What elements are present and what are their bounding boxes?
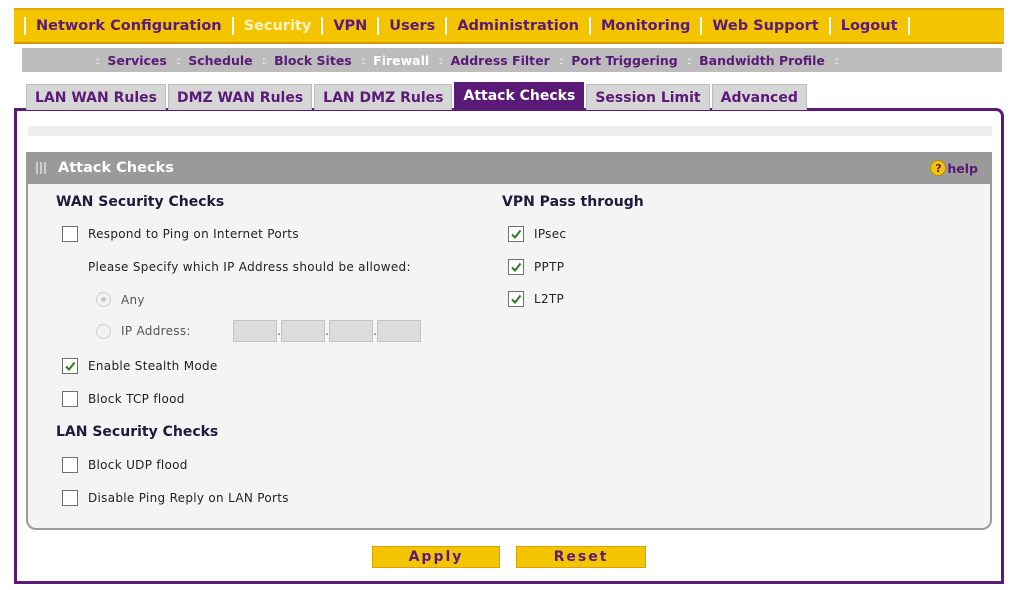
allow-ip-prompt: Please Specify which IP Address should b… [88,260,411,274]
disable-ping-reply-label: Disable Ping Reply on LAN Ports [88,491,289,505]
subnav-separator: :: [558,53,565,67]
tab-session-limit[interactable]: Session Limit [586,84,710,110]
subnav-firewall[interactable]: Firewall [367,53,435,68]
sub-navigation: :: Services :: Schedule :: Block Sites :… [22,48,1002,72]
nav-web-support[interactable]: Web Support [704,18,826,34]
nav-vpn[interactable]: VPN [325,18,375,34]
top-navigation: Network Configuration Security VPN Users… [14,8,1004,44]
ip-octet-4-input[interactable] [377,320,421,342]
checkmark-icon [511,229,522,240]
nav-security[interactable]: Security [236,18,320,34]
checkmark-icon [65,361,76,372]
ipsec-label: IPsec [534,227,567,241]
l2tp-label: L2TP [534,292,565,306]
help-label: help [947,160,978,176]
help-link[interactable]: ? help [930,160,978,176]
respond-ping-label: Respond to Ping on Internet Ports [88,227,299,241]
nav-separator [321,17,324,35]
subnav-services[interactable]: Services [101,53,172,68]
lan-security-heading: LAN Security Checks [56,424,219,440]
disable-ping-row: Disable Ping Reply on LAN Ports [62,490,289,506]
checkmark-icon [511,294,522,305]
l2tp-row: L2TP [508,291,564,307]
pptp-label: PPTP [534,260,565,274]
l2tp-checkbox[interactable] [508,291,524,307]
ipsec-checkbox[interactable] [508,226,524,242]
tab-lan-wan-rules[interactable]: LAN WAN Rules [26,84,166,110]
stealth-row: Enable Stealth Mode [62,358,218,374]
vpn-passthrough-heading: VPN Pass through [502,194,644,210]
radio-ip-label: IP Address: [121,324,191,338]
apply-button[interactable]: Apply [372,546,500,568]
subnav-separator: :: [175,53,182,67]
panel-header: Attack Checks ? help [26,152,992,184]
nav-separator [828,17,831,35]
subnav-separator: :: [360,53,367,67]
subnav-port-triggering[interactable]: Port Triggering [565,53,684,68]
nav-network-configuration[interactable]: Network Configuration [28,18,230,34]
disable-ping-reply-checkbox[interactable] [62,490,78,506]
subnav-block-sites[interactable]: Block Sites [268,53,358,68]
nav-users[interactable]: Users [381,18,443,34]
block-udp-flood-label: Block UDP flood [88,458,188,472]
stealth-mode-checkbox[interactable] [62,358,78,374]
nav-logout[interactable]: Logout [833,18,906,34]
reset-button[interactable]: Reset [516,546,646,568]
nav-separator [231,17,234,35]
question-circle-icon: ? [930,160,947,176]
subnav-separator: :: [95,53,101,67]
pptp-row: PPTP [508,259,564,275]
radio-any-row: Any [96,292,145,307]
subnav-separator: :: [833,53,840,67]
tcp-flood-row: Block TCP flood [62,391,185,407]
nav-separator [700,17,703,35]
radio-ip-row: IP Address: . . . [96,320,421,342]
ipsec-row: IPsec [508,226,566,242]
panel-title: Attack Checks [58,160,174,176]
radio-ip-address[interactable] [96,323,111,339]
nav-monitoring[interactable]: Monitoring [593,18,698,34]
subnav-address-filter[interactable]: Address Filter [445,53,556,68]
subnav-bandwidth-profile[interactable]: Bandwidth Profile [693,53,831,68]
status-strip [28,126,992,136]
tab-dmz-wan-rules[interactable]: DMZ WAN Rules [167,84,313,110]
subnav-separator: :: [438,53,444,67]
nav-separator [377,17,380,35]
nav-separator [907,17,910,35]
block-tcp-flood-label: Block TCP flood [88,392,185,406]
tab-lan-dmz-rules[interactable]: LAN DMZ Rules [314,84,453,110]
ip-octet-3-input[interactable] [329,320,373,342]
block-udp-flood-checkbox[interactable] [62,457,78,473]
stealth-mode-label: Enable Stealth Mode [88,359,218,373]
respond-ping-checkbox[interactable] [62,226,78,242]
nav-separator [24,17,26,35]
tab-attack-checks[interactable]: Attack Checks [454,82,585,110]
subnav-separator: :: [686,53,693,67]
subnav-schedule[interactable]: Schedule [182,53,258,68]
firewall-tabs: LAN WAN Rules DMZ WAN Rules LAN DMZ Rule… [26,82,809,110]
nav-separator [589,17,591,35]
allow-prompt-row: Please Specify which IP Address should b… [88,260,411,274]
nav-administration[interactable]: Administration [449,18,587,34]
tab-advanced[interactable]: Advanced [711,84,807,110]
grip-icon [36,162,46,174]
radio-any-label: Any [121,292,145,307]
wan-security-heading: WAN Security Checks [56,194,225,210]
radio-any[interactable] [96,292,111,307]
checkmark-icon [511,262,522,273]
subnav-separator: :: [261,53,268,67]
pptp-checkbox[interactable] [508,259,524,275]
udp-flood-row: Block UDP flood [62,457,188,473]
ip-octet-1-input[interactable] [233,320,277,342]
block-tcp-flood-checkbox[interactable] [62,391,78,407]
ip-octet-2-input[interactable] [281,320,325,342]
nav-separator [445,17,448,35]
respond-ping-row: Respond to Ping on Internet Ports [62,226,299,242]
